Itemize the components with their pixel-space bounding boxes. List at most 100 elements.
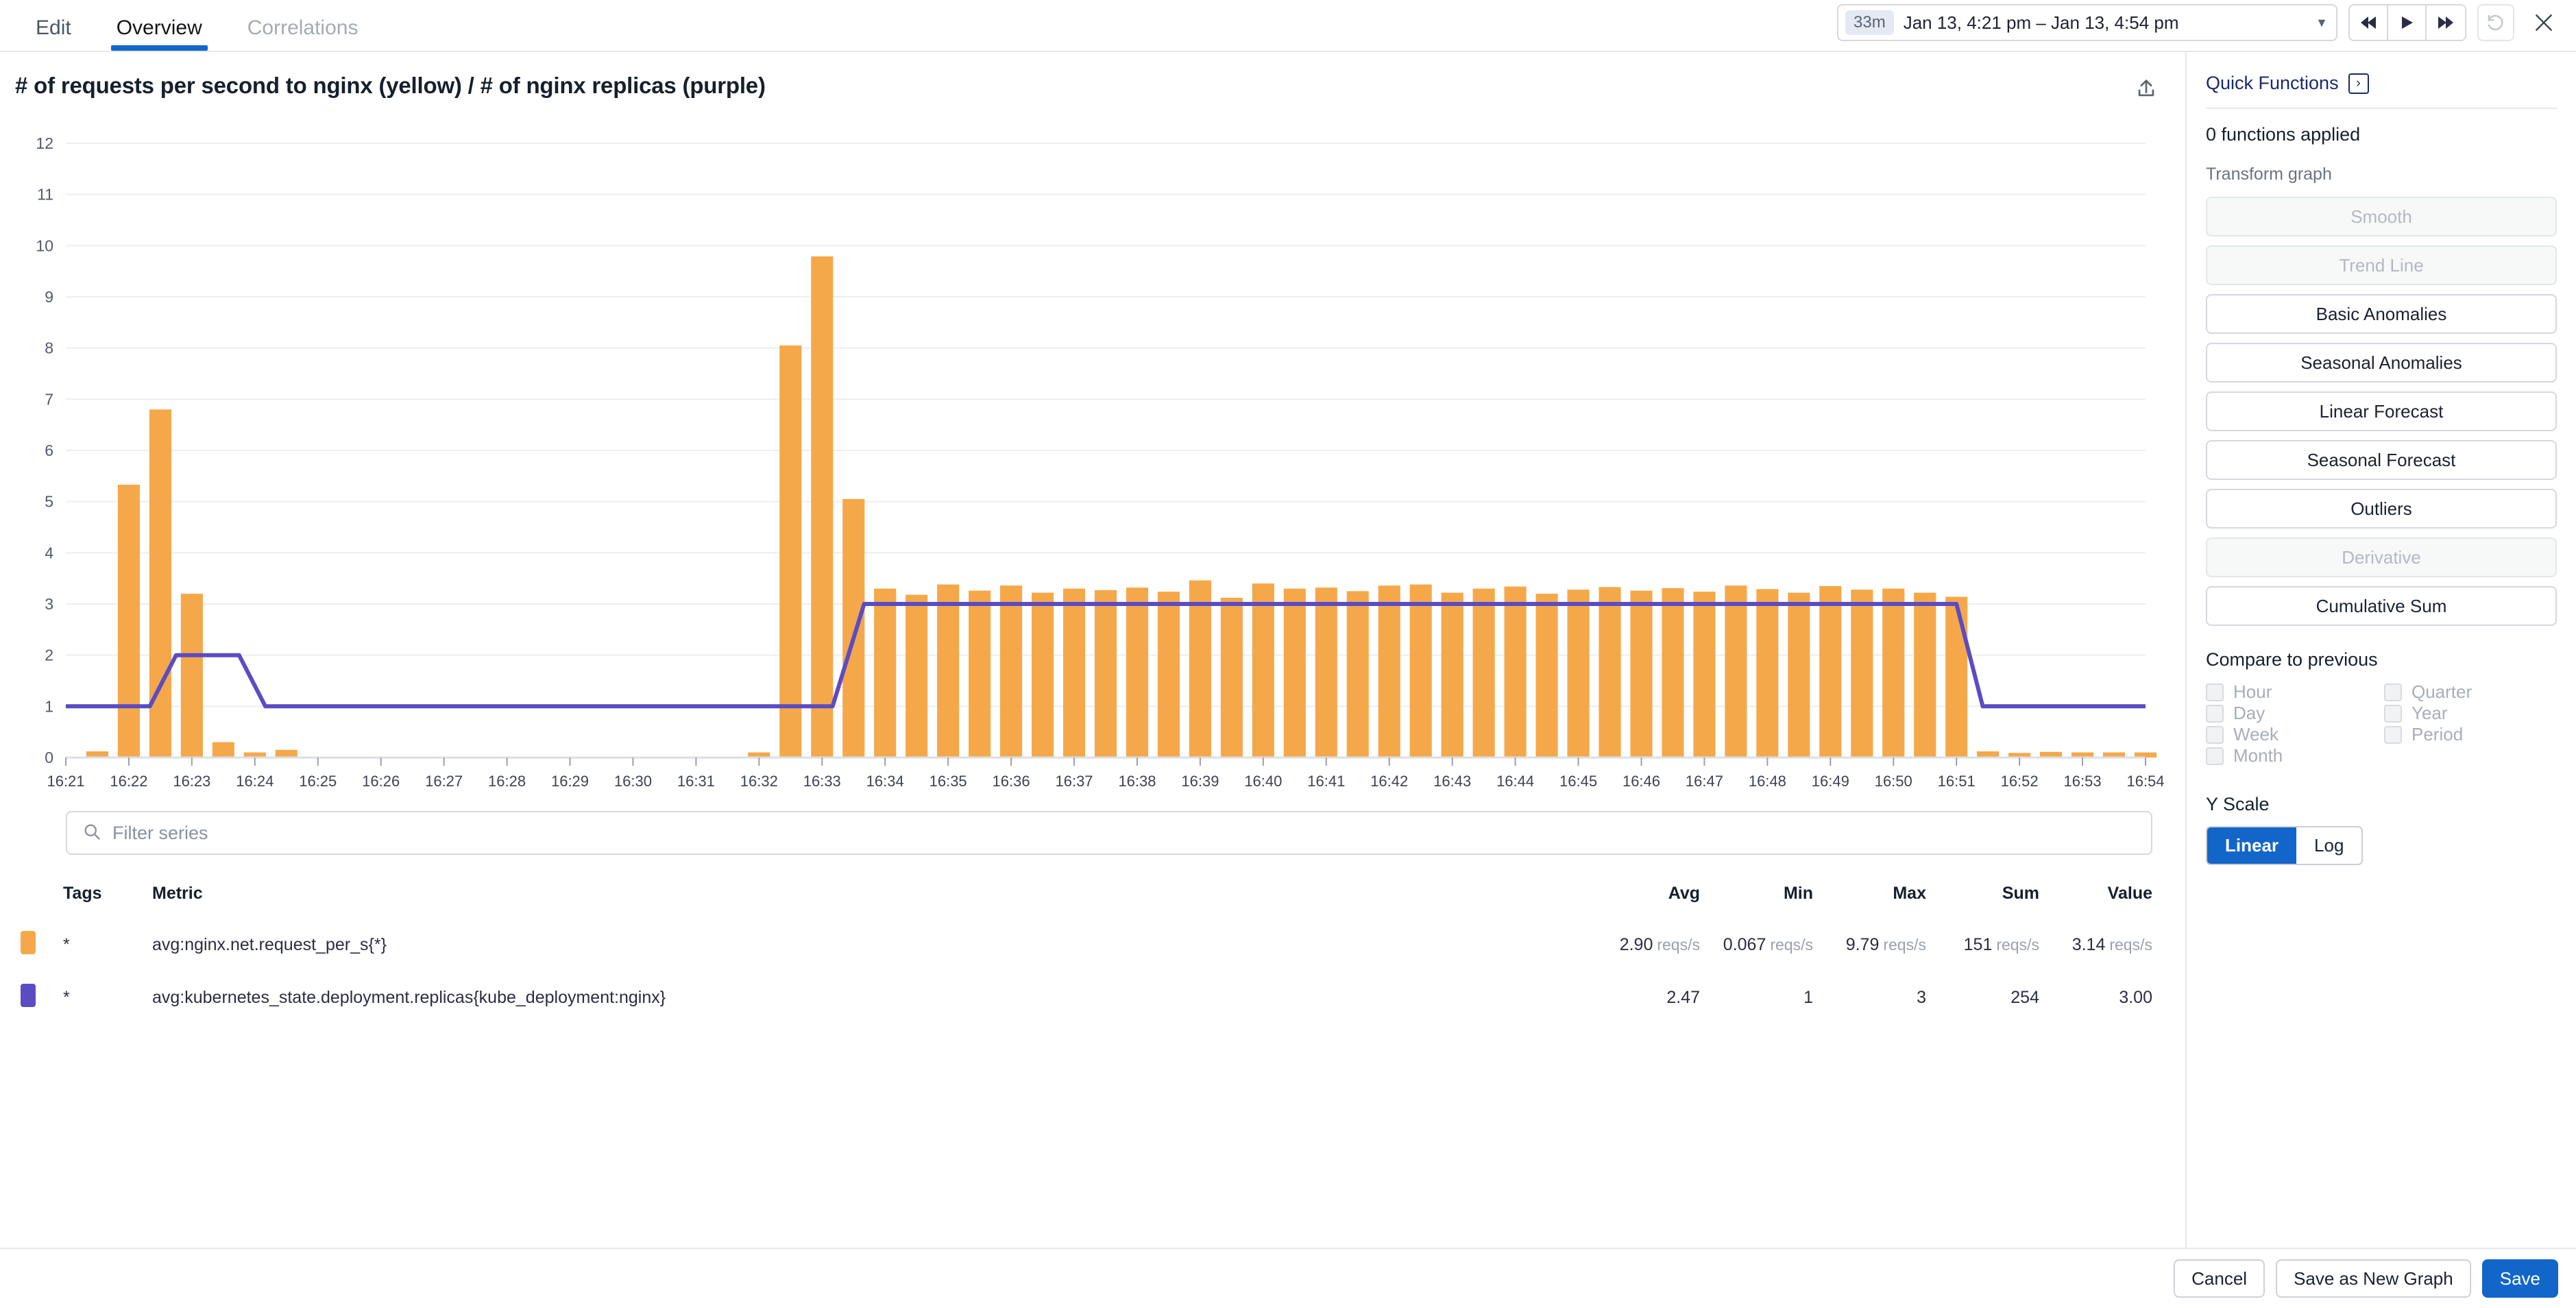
checkbox-icon[interactable] <box>2384 725 2402 744</box>
chart-bar[interactable] <box>1882 588 1905 758</box>
chart-bar[interactable] <box>1662 588 1684 758</box>
chart-bar[interactable] <box>212 742 234 758</box>
footer-actions: Cancel Save as New Graph Save <box>0 1248 2576 1308</box>
compare-option-year[interactable]: Year <box>2384 703 2557 724</box>
checkbox-icon[interactable] <box>2384 683 2402 701</box>
chart-bar[interactable] <box>874 588 897 758</box>
chart-bar[interactable] <box>1756 589 1779 758</box>
compare-option-hour[interactable]: Hour <box>2206 681 2384 703</box>
compare-option-day[interactable]: Day <box>2206 703 2384 724</box>
editor-body: # of requests per second to nginx (yello… <box>0 52 2576 1308</box>
save-as-new-graph-button[interactable]: Save as New Graph <box>2276 1259 2471 1298</box>
checkbox-icon[interactable] <box>2206 725 2224 744</box>
chart-bar[interactable] <box>1599 587 1621 758</box>
tab-correlations[interactable]: Correlations <box>232 18 374 51</box>
table-row[interactable]: * avg:nginx.net.request_per_s{*} 2.90 reqs/… <box>21 919 2152 971</box>
chart-bar[interactable] <box>1945 596 1968 758</box>
chart-bar[interactable] <box>1315 588 1337 758</box>
save-button[interactable]: Save <box>2481 1259 2558 1298</box>
chart-bar[interactable] <box>1630 590 1653 758</box>
x-axis-tick-label: 16:46 <box>1623 773 1660 790</box>
chart-bar[interactable] <box>1788 592 1810 758</box>
chart-bar[interactable] <box>842 498 865 758</box>
x-axis-tick-label: 16:39 <box>1181 773 1219 790</box>
chart-bar[interactable] <box>1283 588 1306 758</box>
checkbox-icon[interactable] <box>2206 747 2224 765</box>
step-forward-icon[interactable] <box>2427 5 2465 40</box>
chart-bar[interactable] <box>937 584 960 758</box>
reset-icon[interactable] <box>2477 4 2514 41</box>
chart-bar[interactable] <box>906 594 928 758</box>
compare-option-period[interactable]: Period <box>2384 724 2557 745</box>
chart-canvas[interactable]: 0 1 2 3 4 5 6 7 8 9 10 11 12 16:21 16:22 16:23 16:24 16:… <box>0 116 2185 801</box>
series-filter[interactable]: Filter series <box>66 811 2152 855</box>
play-icon[interactable] <box>2388 5 2427 40</box>
y-axis-tick-label: 0 <box>45 749 53 766</box>
chart-bar[interactable] <box>1441 592 1463 758</box>
chart-bar[interactable] <box>1851 590 1873 758</box>
expand-panel-icon[interactable]: › <box>2348 73 2369 94</box>
cancel-button[interactable]: Cancel <box>2174 1259 2265 1298</box>
x-axis-tick-label: 16:44 <box>1496 773 1534 790</box>
checkbox-icon[interactable] <box>2206 704 2224 723</box>
chart-bar[interactable] <box>180 594 203 758</box>
time-range-picker[interactable]: 33m Jan 13, 4:21 pm – Jan 13, 4:54 pm ▼ <box>1837 4 2337 41</box>
chart-bar[interactable] <box>969 590 991 758</box>
chart-bar[interactable] <box>1725 585 1747 758</box>
chart-bar[interactable] <box>1409 584 1432 758</box>
chart-bar[interactable] <box>1189 580 1211 758</box>
step-back-icon[interactable] <box>2350 5 2388 40</box>
quick-function-basic-anomalies-button[interactable]: Basic Anomalies <box>2206 294 2557 334</box>
chart-bar[interactable] <box>117 485 141 758</box>
tab-overview[interactable]: Overview <box>101 18 217 51</box>
legend-metric-name[interactable]: avg:kubernetes_state.deployment.replicas… <box>152 971 1587 1024</box>
chart-bar[interactable] <box>1157 592 1180 758</box>
chart-bar[interactable] <box>1094 590 1117 758</box>
chart-bar[interactable] <box>1252 583 1274 758</box>
chart-bar[interactable] <box>1535 594 1558 758</box>
chart-bar[interactable] <box>779 345 802 758</box>
legend-metric-name[interactable]: avg:nginx.net.request_per_s{*} <box>152 919 1587 971</box>
chart-bar[interactable] <box>1126 588 1149 758</box>
x-axis-tick-label: 16:33 <box>803 773 841 790</box>
search-input-placeholder[interactable]: Filter series <box>112 823 208 844</box>
y-scale-toggle[interactable]: Linear Log <box>2206 826 2364 865</box>
checkbox-icon[interactable] <box>2206 683 2224 701</box>
chart-bar[interactable] <box>1914 592 1936 758</box>
compare-option-month[interactable]: Month <box>2206 745 2384 766</box>
y-scale-linear-option[interactable]: Linear <box>2207 827 2297 864</box>
chart-bar[interactable] <box>811 256 834 758</box>
chart-bar[interactable] <box>1504 586 1527 758</box>
compare-option-week[interactable]: Week <box>2206 724 2384 745</box>
legend-cell: 9.79 reqs/s <box>1845 935 1926 954</box>
quick-function-seasonal-forecast-button[interactable]: Seasonal Forecast <box>2206 440 2557 480</box>
timeseries-chart[interactable]: 0123456789101112 16:21 16:22 16:23 16:24 16:… <box>0 116 2183 801</box>
legend-cell: 3 <box>1917 988 1926 1007</box>
chart-bar[interactable] <box>1062 588 1086 758</box>
chart-bar[interactable] <box>1567 590 1590 758</box>
table-row[interactable]: * avg:kubernetes_state.deployment.replica… <box>21 971 2152 1024</box>
chart-bar[interactable] <box>1220 598 1243 758</box>
chart-bar[interactable] <box>1000 585 1023 758</box>
chart-bar[interactable] <box>1346 591 1369 758</box>
time-controls: 33m Jan 13, 4:21 pm – Jan 13, 4:54 pm ▼ <box>1837 4 2562 41</box>
chart-bar[interactable] <box>1693 592 1716 758</box>
chart-bar[interactable] <box>275 749 297 758</box>
tab-edit[interactable]: Edit <box>21 18 86 51</box>
quick-function-seasonal-anomalies-button[interactable]: Seasonal Anomalies <box>2206 343 2557 383</box>
chart-bar[interactable] <box>1031 592 1054 758</box>
chevron-down-icon[interactable]: ▼ <box>2316 16 2328 30</box>
chart-bar[interactable] <box>1819 585 1842 758</box>
x-axis-tick-label: 16:54 <box>2126 773 2164 790</box>
y-axis-tick-label: 11 <box>37 186 53 204</box>
close-icon[interactable] <box>2525 4 2562 41</box>
compare-option-quarter[interactable]: Quarter <box>2384 681 2557 703</box>
quick-function-outliers-button[interactable]: Outliers <box>2206 489 2557 529</box>
chart-bar[interactable] <box>1472 588 1495 758</box>
checkbox-icon[interactable] <box>2384 704 2402 723</box>
y-scale-log-option[interactable]: Log <box>2296 827 2362 864</box>
quick-function-cumulative-sum-button[interactable]: Cumulative Sum <box>2206 586 2557 626</box>
share-icon[interactable] <box>2135 73 2158 104</box>
chart-bar[interactable] <box>1378 585 1400 758</box>
quick-function-linear-forecast-button[interactable]: Linear Forecast <box>2206 391 2557 431</box>
